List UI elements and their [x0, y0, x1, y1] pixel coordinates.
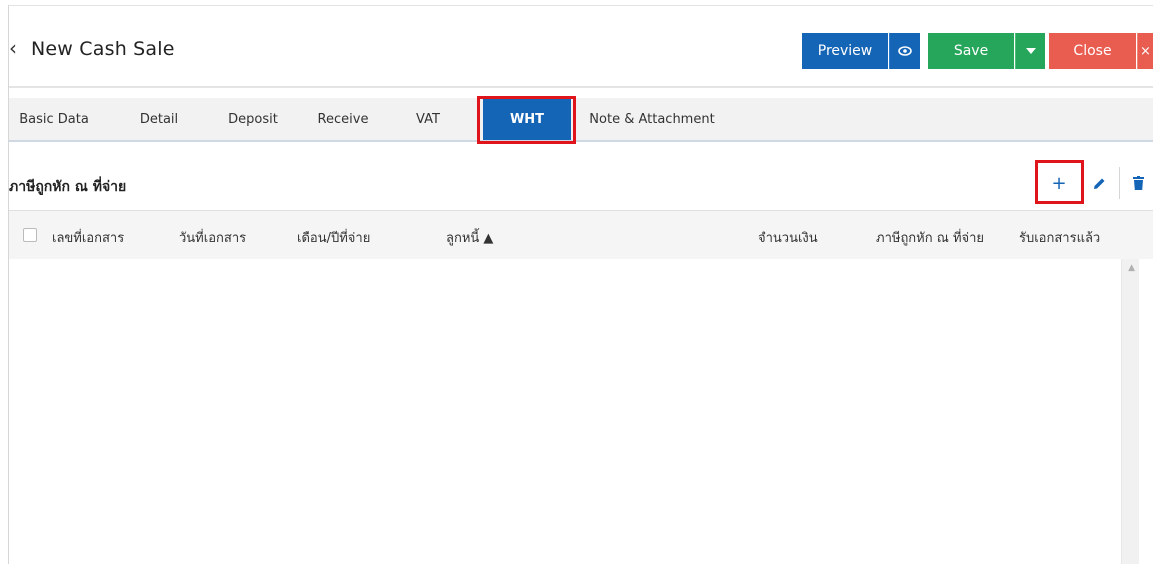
vertical-scrollbar[interactable] — [1121, 259, 1139, 564]
column-header-doc-no[interactable]: เลขที่เอกสาร — [52, 227, 124, 248]
tab-label: Note & Attachment — [589, 111, 715, 127]
tab-label: Basic Data — [19, 111, 89, 127]
preview-eye-button[interactable] — [889, 33, 920, 69]
header-divider — [9, 86, 1153, 88]
table-header: เลขที่เอกสาร วันที่เอกสาร เดือน/ปีที่จ่า… — [9, 210, 1153, 260]
tab-vat[interactable]: VAT — [403, 98, 453, 140]
add-button-highlight — [1035, 160, 1084, 204]
section-title: ภาษีถูกหัก ณ ที่จ่าย — [9, 179, 127, 195]
preview-button[interactable]: Preview — [802, 33, 888, 69]
close-icon: × — [1140, 43, 1151, 59]
save-button[interactable]: Save — [928, 33, 1014, 69]
select-all-checkbox[interactable] — [23, 228, 37, 242]
column-header-amount[interactable]: จำนวนเงิน — [758, 227, 818, 248]
column-header-pay-month[interactable]: เดือน/ปีที่จ่าย — [297, 227, 370, 248]
column-header-debtor[interactable]: ลูกหนี้ ▲ — [446, 227, 493, 248]
tab-label: Detail — [139, 111, 179, 127]
close-x-button[interactable]: × — [1137, 33, 1153, 69]
pencil-icon — [1093, 178, 1104, 189]
tab-basic-data[interactable]: Basic Data — [9, 98, 99, 140]
trash-icon — [1132, 176, 1144, 190]
tab-note-attachment[interactable]: Note & Attachment — [587, 98, 717, 140]
back-icon[interactable]: ‹ — [9, 36, 17, 60]
edit-button[interactable] — [1082, 167, 1116, 199]
column-header-received[interactable]: รับเอกสารแล้ว — [1019, 227, 1100, 248]
wht-tab-highlight — [477, 96, 576, 144]
column-header-doc-date[interactable]: วันที่เอกสาร — [179, 227, 246, 248]
tab-label: Deposit — [228, 111, 278, 127]
delete-button[interactable] — [1121, 167, 1153, 199]
page-header: ‹ New Cash Sale Preview Save Close × — [9, 6, 1153, 86]
tab-receive[interactable]: Receive — [307, 98, 379, 140]
toolbar-divider — [1119, 167, 1120, 199]
tab-bar: Basic Data Detail Deposit Receive VAT WH… — [9, 98, 1153, 142]
eye-icon — [898, 46, 912, 56]
tab-label: Receive — [317, 111, 369, 127]
scroll-up-arrow-icon[interactable]: ▲ — [1128, 263, 1135, 273]
page-title: New Cash Sale — [31, 38, 175, 60]
close-button[interactable]: Close — [1049, 33, 1136, 69]
table-body: ▲ — [9, 259, 1153, 564]
tab-detail[interactable]: Detail — [129, 98, 189, 140]
save-dropdown-button[interactable] — [1015, 33, 1045, 69]
column-header-wht[interactable]: ภาษีถูกหัก ณ ที่จ่าย — [876, 227, 984, 248]
tab-deposit[interactable]: Deposit — [217, 98, 289, 140]
caret-down-icon — [1025, 48, 1036, 54]
tab-label: VAT — [416, 111, 440, 127]
